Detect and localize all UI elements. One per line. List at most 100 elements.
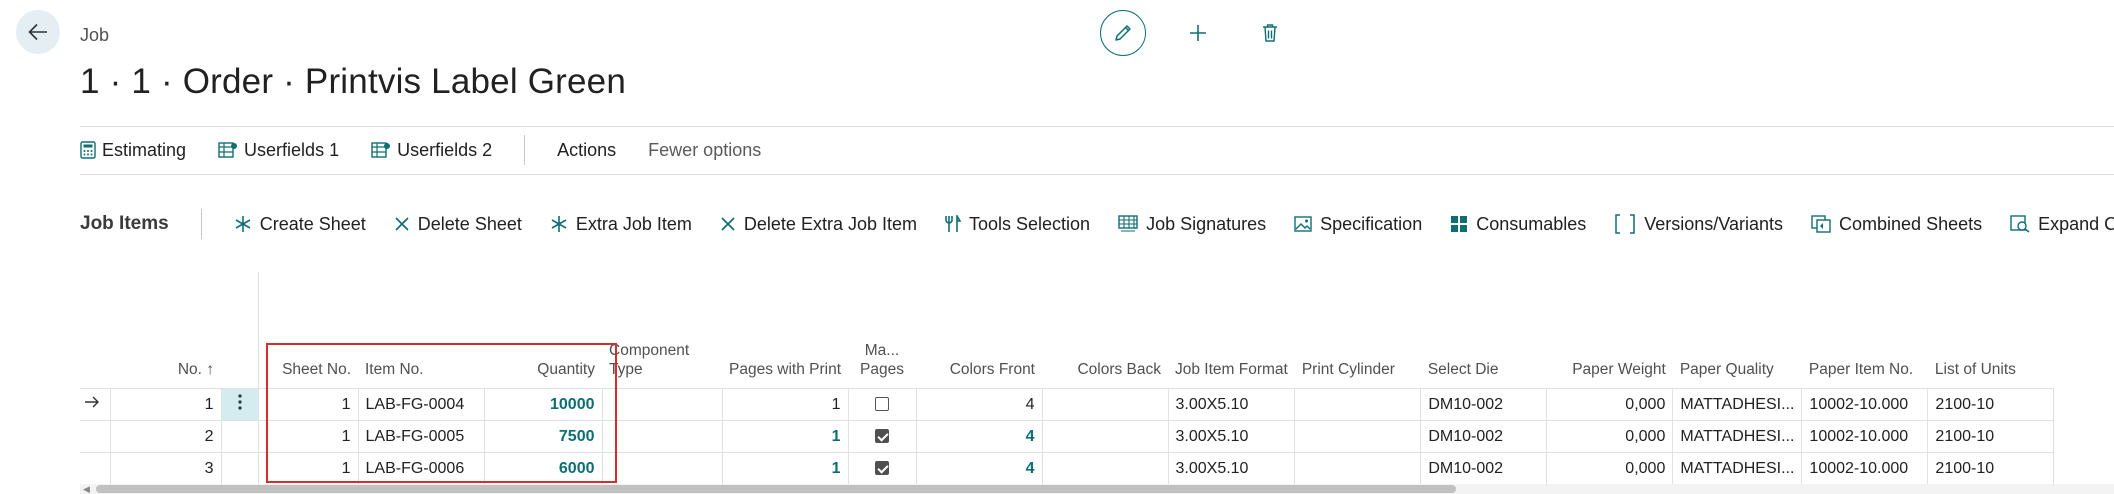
cell-quantity[interactable]: 6000 <box>484 452 603 484</box>
cell-pages-with-print[interactable]: 1 <box>722 452 849 484</box>
cell-no[interactable]: 1 <box>110 388 222 421</box>
specification-action[interactable]: Specification <box>1294 214 1422 235</box>
create-sheet-action[interactable]: Create Sheet <box>234 214 366 235</box>
cell-ma-pages[interactable] <box>848 420 917 453</box>
column-header-paper-quality[interactable]: Paper Quality <box>1673 327 1802 389</box>
cell-quantity[interactable]: 7500 <box>484 420 603 453</box>
column-header-sheet-no[interactable]: Sheet No. <box>258 327 358 389</box>
combined-sheets-action[interactable]: Combined Sheets <box>1811 214 1982 235</box>
cell-paper-weight[interactable]: 0,000 <box>1546 452 1674 484</box>
cell-job-item-format[interactable]: 3.00X5.10 <box>1168 388 1296 421</box>
current-row-indicator <box>80 388 111 421</box>
cell-paper-item-no[interactable]: 10002-10.000 <box>1801 452 1929 484</box>
expand-components-action[interactable]: Expand Comp <box>2010 214 2114 235</box>
cell-paper-item-no[interactable]: 10002-10.000 <box>1801 388 1929 421</box>
column-header-colors-back[interactable]: Colors Back <box>1042 327 1168 389</box>
cell-colors-back[interactable] <box>1042 388 1169 421</box>
versions-variants-action[interactable]: Versions/Variants <box>1614 214 1783 235</box>
cell-paper-item-no[interactable]: 10002-10.000 <box>1801 420 1929 453</box>
cell-colors-front[interactable]: 4 <box>916 388 1043 421</box>
cell-list-of-units[interactable]: 2100-10 <box>1927 388 2055 421</box>
cell-print-cylinder[interactable] <box>1294 388 1422 421</box>
row-menu-cell[interactable] <box>221 420 259 453</box>
cell-pages-with-print[interactable]: 1 <box>722 388 849 421</box>
job-items-actionbar: Job Items Create Sheet Delete Sheet Extr… <box>80 206 2114 242</box>
new-button[interactable] <box>1178 13 1218 53</box>
cell-paper-weight[interactable]: 0,000 <box>1546 420 1674 453</box>
table-row[interactable]: 2 1 LAB-FG-0005 7500 1 4 3.00X5.10 DM10-… <box>80 420 2055 453</box>
column-header-item-no[interactable]: Item No. <box>358 327 484 389</box>
cell-no[interactable]: 2 <box>110 420 222 453</box>
cell-quantity[interactable]: 10000 <box>484 388 603 421</box>
cell-ma-pages[interactable] <box>848 388 917 421</box>
row-menu-button[interactable] <box>221 388 259 421</box>
fewer-options-button[interactable]: Fewer options <box>648 140 761 161</box>
column-header-quantity[interactable]: Quantity <box>484 327 602 389</box>
delete-extra-job-item-action[interactable]: Delete Extra Job Item <box>720 214 917 235</box>
cell-paper-quality[interactable]: MATTADHESI... <box>1672 452 1803 484</box>
checkbox[interactable] <box>875 397 889 412</box>
column-header-pages-with-print[interactable]: Pages with Print <box>722 327 848 389</box>
cell-component-type[interactable] <box>602 452 723 484</box>
row-menu-cell[interactable] <box>221 452 259 484</box>
column-header-paper-item-no[interactable]: Paper Item No. <box>1802 327 1928 389</box>
arrow-right-icon <box>85 396 99 408</box>
cell-sheet-no[interactable]: 1 <box>258 388 359 421</box>
consumables-action[interactable]: Consumables <box>1450 214 1586 235</box>
horizontal-scrollbar[interactable]: ◀ <box>80 484 2114 494</box>
column-header-no[interactable]: No. ↑ <box>110 327 221 389</box>
edit-button[interactable] <box>1100 10 1146 56</box>
userfields-2-action[interactable]: Userfields 2 <box>371 140 492 161</box>
cell-paper-weight[interactable]: 0,000 <box>1546 388 1674 421</box>
cell-select-die[interactable]: DM10-002 <box>1420 388 1548 421</box>
delete-button[interactable] <box>1250 13 1290 53</box>
cell-component-type[interactable] <box>602 420 723 453</box>
cell-paper-quality[interactable]: MATTADHESI... <box>1672 420 1803 453</box>
back-button[interactable] <box>16 10 60 54</box>
cell-item-no[interactable]: LAB-FG-0006 <box>358 452 485 484</box>
estimating-action[interactable]: Estimating <box>80 140 186 161</box>
cell-print-cylinder[interactable] <box>1294 452 1422 484</box>
cell-sheet-no[interactable]: 1 <box>258 452 359 484</box>
checkbox-checked[interactable] <box>875 461 889 476</box>
column-header-colors-front[interactable]: Colors Front <box>916 327 1042 389</box>
cell-print-cylinder[interactable] <box>1294 420 1422 453</box>
cell-colors-back[interactable] <box>1042 452 1169 484</box>
cell-sheet-no[interactable]: 1 <box>258 420 359 453</box>
cell-select-die[interactable]: DM10-002 <box>1420 452 1548 484</box>
cell-list-of-units[interactable]: 2100-10 <box>1927 452 2055 484</box>
column-header-paper-weight[interactable]: Paper Weight <box>1547 327 1673 389</box>
cell-colors-back[interactable] <box>1042 420 1169 453</box>
column-header-component-type[interactable]: Component Type <box>602 327 722 389</box>
userfields-1-action[interactable]: Userfields 1 <box>218 140 339 161</box>
cell-item-no[interactable]: LAB-FG-0004 <box>358 388 485 421</box>
cell-colors-front[interactable]: 4 <box>916 420 1043 453</box>
scroll-left-icon[interactable]: ◀ <box>83 484 90 494</box>
tools-selection-action[interactable]: Tools Selection <box>945 214 1090 235</box>
cell-job-item-format[interactable]: 3.00X5.10 <box>1168 452 1296 484</box>
cell-component-type[interactable] <box>602 388 723 421</box>
column-header-ma-pages[interactable]: Ma... Pages <box>848 327 916 389</box>
delete-sheet-action[interactable]: Delete Sheet <box>394 214 522 235</box>
table-row[interactable]: 3 1 LAB-FG-0006 6000 1 4 3.00X5.10 DM10-… <box>80 452 2055 484</box>
scrollbar-thumb[interactable] <box>96 485 1456 493</box>
part-title[interactable]: Job Items <box>80 213 169 235</box>
cell-list-of-units[interactable]: 2100-10 <box>1927 420 2055 453</box>
cell-ma-pages[interactable] <box>848 452 917 484</box>
cell-no[interactable]: 3 <box>110 452 222 484</box>
column-header-list-of-units[interactable]: List of Units <box>1928 327 2054 389</box>
cell-paper-quality[interactable]: MATTADHESI... <box>1672 388 1803 421</box>
column-header-job-item-format[interactable]: Job Item Format <box>1168 327 1295 389</box>
column-header-print-cylinder[interactable]: Print Cylinder <box>1295 327 1421 389</box>
cell-item-no[interactable]: LAB-FG-0005 <box>358 420 485 453</box>
cell-pages-with-print[interactable]: 1 <box>722 420 849 453</box>
checkbox-checked[interactable] <box>875 429 889 444</box>
job-signatures-action[interactable]: Job Signatures <box>1118 214 1266 235</box>
cell-colors-front[interactable]: 4 <box>916 452 1043 484</box>
cell-select-die[interactable]: DM10-002 <box>1420 420 1548 453</box>
extra-job-item-action[interactable]: Extra Job Item <box>550 214 692 235</box>
column-header-select-die[interactable]: Select Die <box>1421 327 1547 389</box>
table-row[interactable]: 1 1 LAB-FG-0004 10000 1 4 3.00X5.10 DM10… <box>80 388 2055 421</box>
actions-menu[interactable]: Actions <box>557 140 616 161</box>
cell-job-item-format[interactable]: 3.00X5.10 <box>1168 420 1296 453</box>
